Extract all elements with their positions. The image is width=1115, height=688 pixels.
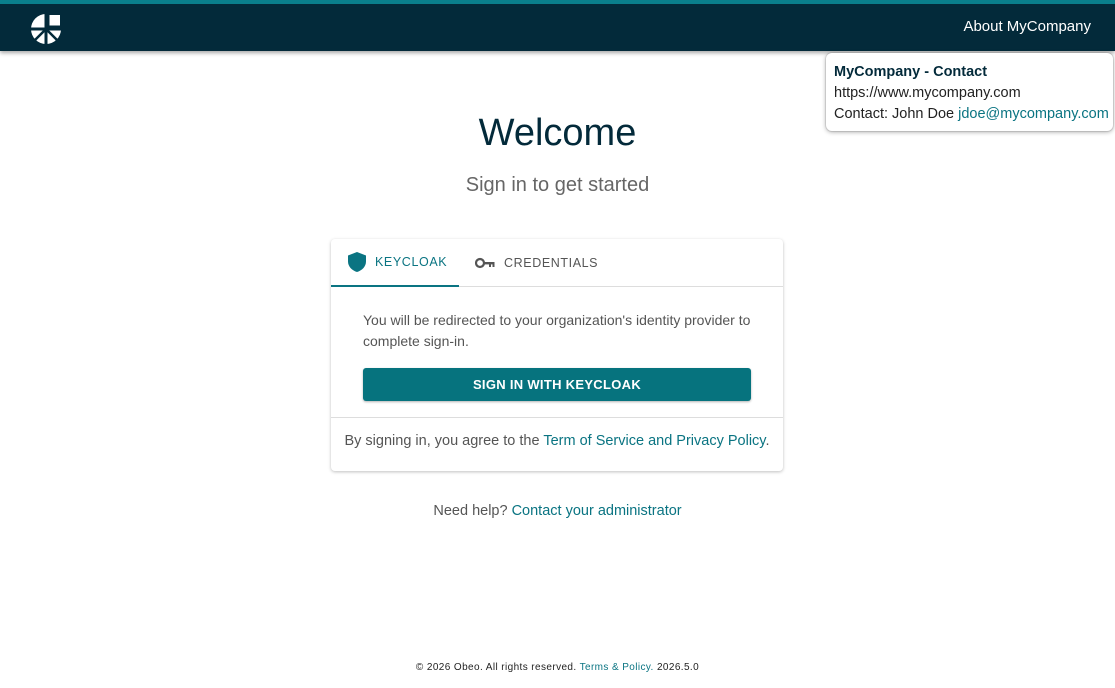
obeo-logo-icon[interactable] [30,13,62,45]
shield-icon [348,252,366,272]
page-title: Welcome [478,112,637,154]
tab-keycloak-label: KEYCLOAK [375,255,448,269]
sign-in-keycloak-button[interactable]: SIGN IN WITH KEYCLOAK [363,368,751,401]
key-icon [475,257,495,269]
about-company-link[interactable]: About MyCompany [963,18,1091,35]
sign-in-tabs: KEYCLOAK CREDENTIALS [331,239,783,287]
popover-title: MyCompany - Contact [834,64,988,80]
terms-notice: By signing in, you agree to the Term of … [331,433,783,449]
contact-admin-link[interactable]: Contact your administrator [512,503,682,519]
company-website-link[interactable]: https://www.mycompany.com [834,83,1105,104]
footer-version: 2026.5.0 [656,662,700,673]
terms-prefix: By signing in, you agree to the [344,433,544,449]
footer-copyright: © 2026 Obeo. All rights reserved. [415,662,577,673]
sign-in-card: KEYCLOAK CREDENTIALS You will be redirec… [331,239,783,471]
top-app-bar: About MyCompany [0,0,1115,51]
terms-link[interactable]: Term of Service and Privacy Policy [543,433,765,449]
tab-credentials-label: CREDENTIALS [504,256,599,270]
help-text: Need help? Contact your administrator [0,503,1115,519]
card-divider [331,417,783,418]
footer-terms-link[interactable]: Terms & Policy. [580,662,654,673]
footer: © 2026 Obeo. All rights reserved. Terms … [0,662,1115,673]
redirect-message: You will be redirected to your organizat… [363,312,751,349]
tab-keycloak[interactable]: KEYCLOAK [331,239,459,287]
terms-suffix: . [765,433,770,449]
help-prefix: Need help? [433,503,512,519]
tab-credentials[interactable]: CREDENTIALS [475,239,598,287]
page-subtitle: Sign in to get started [465,174,650,196]
